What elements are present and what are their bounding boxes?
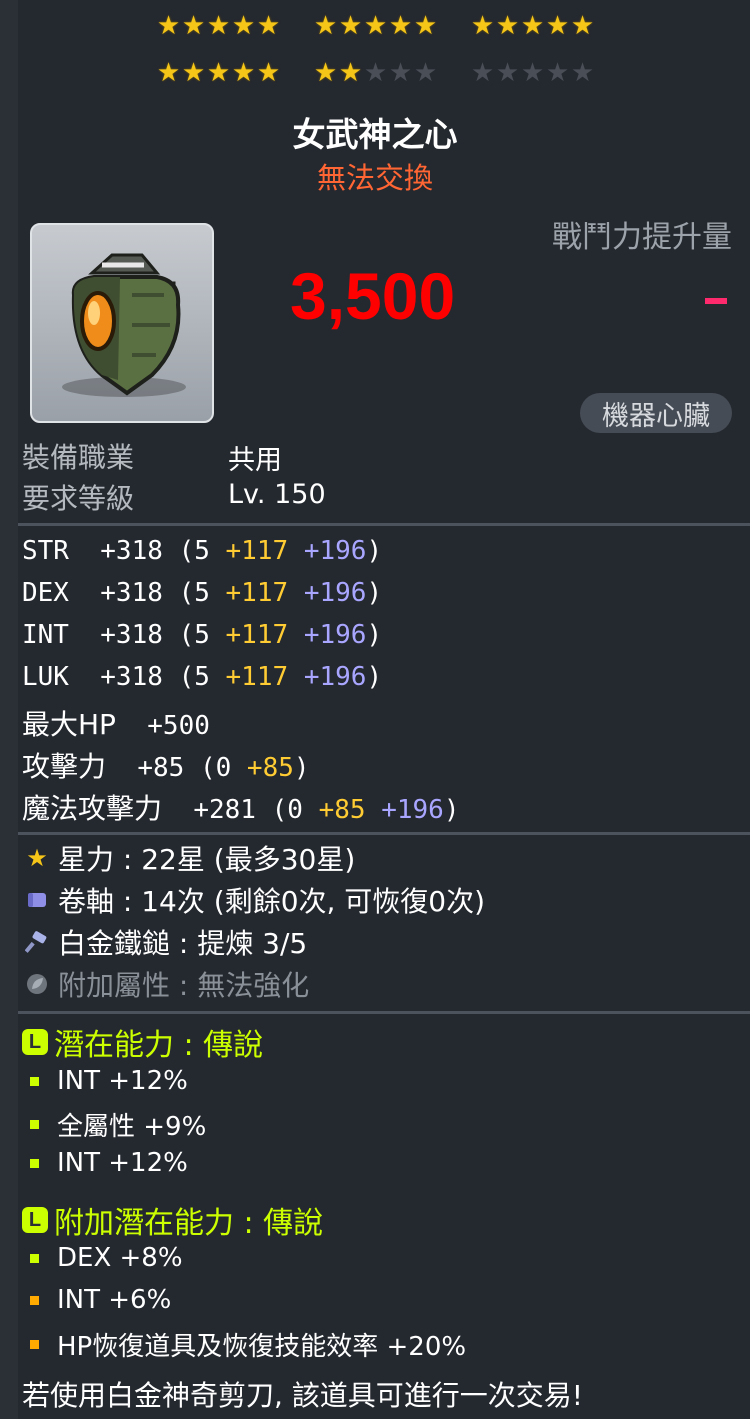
- req-job-label: 裝備職業: [22, 441, 135, 474]
- star-group: ★ ★ ★ ★ ★: [470, 6, 595, 46]
- stat-maxhp: 最大HP +500: [22, 708, 210, 741]
- star-filled-icon: ★: [181, 11, 206, 41]
- trade-status: 無法交換: [316, 161, 433, 195]
- star-filled-icon: ★: [413, 11, 438, 41]
- item-icon-frame: [30, 223, 214, 423]
- star-filled-icon: ★: [363, 11, 388, 41]
- starforce-row-2: ★ ★ ★ ★ ★ ★ ★ ★ ★ ★ ★ ★ ★ ★ ★: [0, 53, 750, 93]
- star-empty-icon: ★: [545, 58, 570, 88]
- star-group: ★ ★ ★ ★ ★: [313, 53, 438, 93]
- star-filled-icon: ★: [338, 11, 363, 41]
- legendary-badge-icon: L: [22, 1207, 48, 1233]
- potential-header: L 潛在能力 : 傳說: [22, 1020, 263, 1064]
- additional-potential-line: DEX +8%: [30, 1243, 183, 1273]
- star-empty-icon: ★: [413, 58, 438, 88]
- bullet-icon: [30, 1340, 39, 1349]
- combat-power-label: 戰鬥力提升量: [552, 220, 732, 255]
- stat-attack: 攻擊力 +85 (0 +85): [22, 750, 310, 783]
- req-job-value: 共用: [228, 445, 282, 476]
- star-filled-icon: ★: [470, 11, 495, 41]
- star-empty-icon: ★: [363, 58, 388, 88]
- star-group: ★ ★ ★ ★ ★: [156, 53, 281, 93]
- divider: [18, 832, 750, 835]
- combat-power-value: 3,500: [290, 259, 456, 333]
- star-filled-icon: ★: [313, 58, 338, 88]
- bullet-icon: [30, 1253, 39, 1263]
- hammer-info: 白金鐵鎚 : 提煉 3/5: [22, 922, 307, 962]
- stat-str: STR +318 (5 +117 +196): [22, 536, 383, 566]
- req-level-value: Lv. 150: [228, 479, 326, 510]
- item-name: 女武神之心: [292, 115, 458, 154]
- star-group: ★ ★ ★ ★ ★: [156, 6, 281, 46]
- star-filled-icon: ★: [181, 58, 206, 88]
- potential-line: 全屬性 +9%: [30, 1106, 206, 1143]
- stat-int: INT +318 (5 +117 +196): [22, 620, 383, 650]
- star-filled-icon: ★: [231, 58, 256, 88]
- bullet-icon: [30, 1158, 39, 1168]
- star-filled-icon: ★: [256, 11, 281, 41]
- bullet-icon: [30, 1120, 39, 1129]
- legendary-badge-icon: L: [22, 1029, 48, 1055]
- req-level-label: 要求等級: [22, 482, 135, 515]
- additional-potential-line: HP恢復道具及恢復技能效率 +20%: [30, 1326, 466, 1363]
- leaf-icon: [22, 969, 52, 999]
- stat-dex: DEX +318 (5 +117 +196): [22, 578, 383, 608]
- star-empty-icon: ★: [520, 58, 545, 88]
- scroll-icon: [22, 885, 52, 915]
- mechanical-heart-icon: [62, 253, 186, 397]
- starforce-info: ★ 星力 : 22星 (最多30星): [22, 838, 355, 878]
- star-filled-icon: ★: [545, 11, 570, 41]
- bullet-icon: [30, 1076, 39, 1086]
- additional-potential-line: INT +6%: [30, 1285, 171, 1315]
- star-filled-icon: ★: [206, 58, 231, 88]
- star-group: ★ ★ ★ ★ ★: [313, 6, 438, 46]
- stat-luk: LUK +318 (5 +117 +196): [22, 662, 383, 692]
- star-filled-icon: ★: [156, 58, 181, 88]
- star-filled-icon: ★: [313, 11, 338, 41]
- additional-potential-header: L 附加潛在能力 : 傳說: [22, 1198, 323, 1242]
- stat-magic-attack: 魔法攻擊力 +281 (0 +85 +196): [22, 792, 460, 825]
- starforce-row-1: ★ ★ ★ ★ ★ ★ ★ ★ ★ ★ ★ ★ ★ ★ ★: [0, 6, 750, 46]
- star-filled-icon: ★: [388, 11, 413, 41]
- star-empty-icon: ★: [470, 58, 495, 88]
- star-empty-icon: ★: [570, 58, 595, 88]
- star-filled-icon: ★: [256, 58, 281, 88]
- star-icon: ★: [26, 844, 48, 872]
- star-filled-icon: ★: [156, 11, 181, 41]
- divider: [18, 1011, 750, 1014]
- star-filled-icon: ★: [495, 11, 520, 41]
- hammer-icon: [22, 927, 52, 957]
- potential-line: INT +12%: [30, 1066, 188, 1096]
- bullet-icon: [30, 1295, 39, 1305]
- star-filled-icon: ★: [520, 11, 545, 41]
- star-filled-icon: ★: [231, 11, 256, 41]
- additional-option-info: 附加屬性 : 無法強化: [22, 964, 309, 1004]
- star-empty-icon: ★: [495, 58, 520, 88]
- divider: [18, 523, 750, 526]
- star-filled-icon: ★: [338, 58, 363, 88]
- item-category-badge: 機器心臟: [580, 393, 732, 433]
- star-group: ★ ★ ★ ★ ★: [470, 53, 595, 93]
- trade-hint: 若使用白金神奇剪刀, 該道具可進行一次交易!: [22, 1379, 584, 1412]
- combat-power-diff: [705, 298, 727, 304]
- star-filled-icon: ★: [206, 11, 231, 41]
- scroll-info: 卷軸 : 14次 (剩餘0次, 可恢復0次): [22, 880, 485, 920]
- potential-line: INT +12%: [30, 1148, 188, 1178]
- star-empty-icon: ★: [388, 58, 413, 88]
- star-filled-icon: ★: [570, 11, 595, 41]
